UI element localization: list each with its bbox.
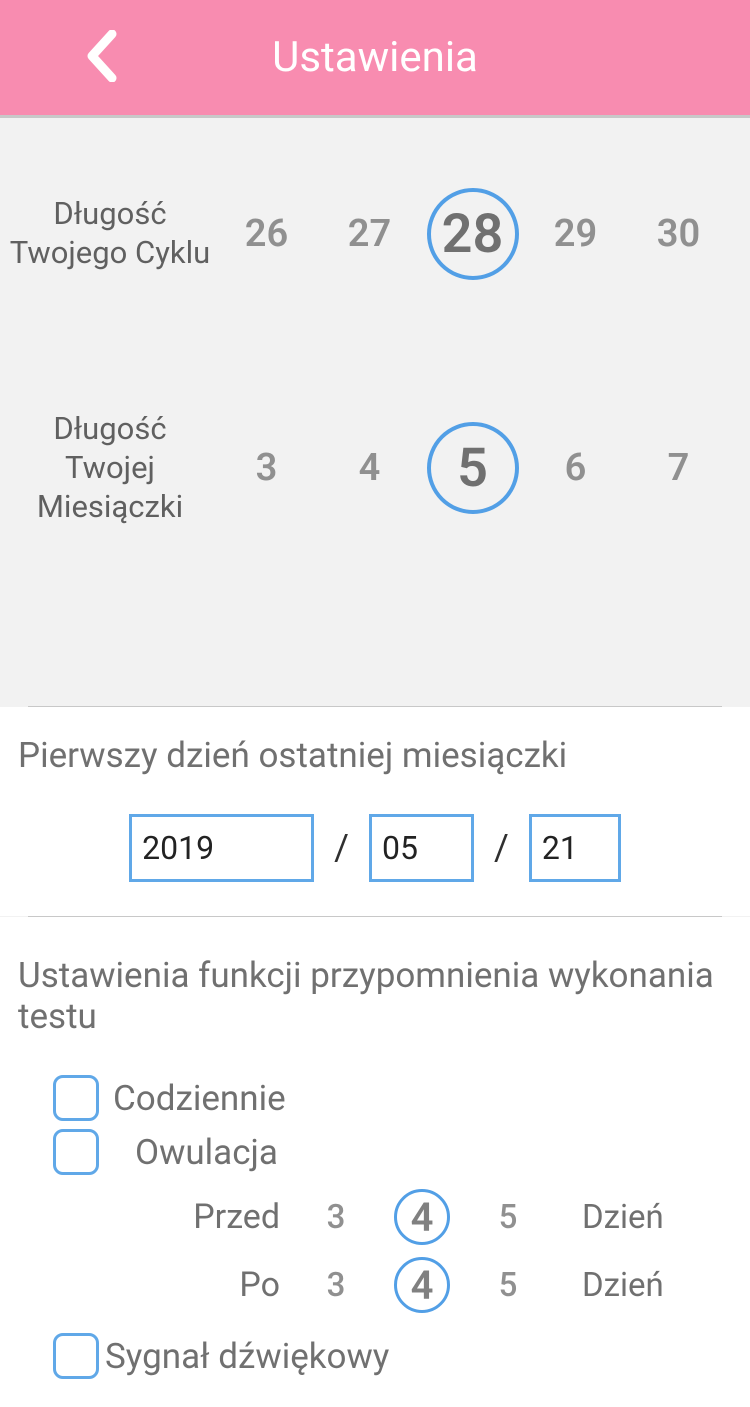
before-label: Przed — [18, 1197, 308, 1237]
date-input-row: 2019 / 05 / 21 — [18, 814, 732, 882]
before-option[interactable]: 5 — [480, 1189, 536, 1245]
period-option[interactable]: 7 — [633, 422, 725, 514]
period-option-selected[interactable]: 5 — [427, 422, 519, 514]
before-row: Przed 3 4 5 Dzień — [18, 1183, 732, 1251]
ovulation-checkbox-label: Owulacja — [135, 1132, 278, 1173]
daily-checkbox-label: Codziennie — [113, 1078, 286, 1119]
daily-checkbox[interactable] — [53, 1075, 99, 1121]
cycle-option[interactable]: 29 — [530, 188, 622, 280]
after-option[interactable]: 3 — [308, 1257, 364, 1313]
cycle-length-row: Długość Twojego Cyklu 26 27 28 29 30 — [0, 148, 750, 310]
first-day-title: Pierwszy dzień ostatniej miesiączki — [18, 735, 732, 776]
sound-checkbox-row: Sygnał dźwiękowy — [18, 1333, 732, 1379]
cycle-length-label: Długość Twojego Cyklu — [5, 195, 215, 273]
period-option[interactable]: 4 — [324, 422, 416, 514]
cycle-option[interactable]: 26 — [221, 188, 313, 280]
spacer — [0, 556, 750, 706]
sound-checkbox-label: Sygnał dźwiękowy — [105, 1336, 389, 1377]
back-button[interactable] — [85, 30, 117, 86]
cycle-option-selected[interactable]: 28 — [427, 188, 519, 280]
cycle-option[interactable]: 30 — [633, 188, 725, 280]
daily-checkbox-row: Codziennie — [18, 1075, 732, 1121]
before-unit: Dzień — [582, 1198, 702, 1237]
period-length-row: Długość Twojej Miesiączki 3 4 5 6 7 — [0, 370, 750, 556]
after-option[interactable]: 5 — [480, 1257, 536, 1313]
after-label: Po — [18, 1265, 308, 1305]
chevron-left-icon — [85, 30, 117, 82]
ovulation-checkbox[interactable] — [53, 1129, 99, 1175]
period-option[interactable]: 6 — [530, 422, 622, 514]
cycle-option[interactable]: 27 — [324, 188, 416, 280]
period-option[interactable]: 3 — [221, 422, 313, 514]
period-length-picker[interactable]: 3 4 5 6 7 — [215, 422, 730, 514]
after-row: Po 3 4 5 Dzień — [18, 1251, 732, 1319]
before-option-selected[interactable]: 4 — [394, 1189, 450, 1245]
cycle-length-picker[interactable]: 26 27 28 29 30 — [215, 188, 730, 280]
day-field[interactable]: 21 — [529, 814, 621, 882]
reminder-title: Ustawienia funkcji przypomnienia wykonan… — [18, 955, 732, 1037]
after-unit: Dzień — [582, 1266, 702, 1305]
before-picker[interactable]: 3 4 5 — [308, 1189, 536, 1245]
app-header: Ustawienia — [0, 0, 750, 118]
date-separator: / — [494, 827, 509, 869]
date-separator: / — [334, 827, 349, 869]
before-option[interactable]: 3 — [308, 1189, 364, 1245]
after-picker[interactable]: 3 4 5 — [308, 1257, 536, 1313]
first-day-section: Pierwszy dzień ostatniej miesiączki 2019… — [0, 707, 750, 916]
sound-checkbox[interactable] — [53, 1333, 99, 1379]
month-field[interactable]: 05 — [369, 814, 474, 882]
period-length-label: Długość Twojej Miesiączki — [5, 410, 215, 526]
ovulation-checkbox-row: Owulacja — [18, 1129, 732, 1175]
picker-section: Długość Twojego Cyklu 26 27 28 29 30 Dłu… — [0, 148, 750, 556]
after-option-selected[interactable]: 4 — [394, 1257, 450, 1313]
year-field[interactable]: 2019 — [129, 814, 314, 882]
